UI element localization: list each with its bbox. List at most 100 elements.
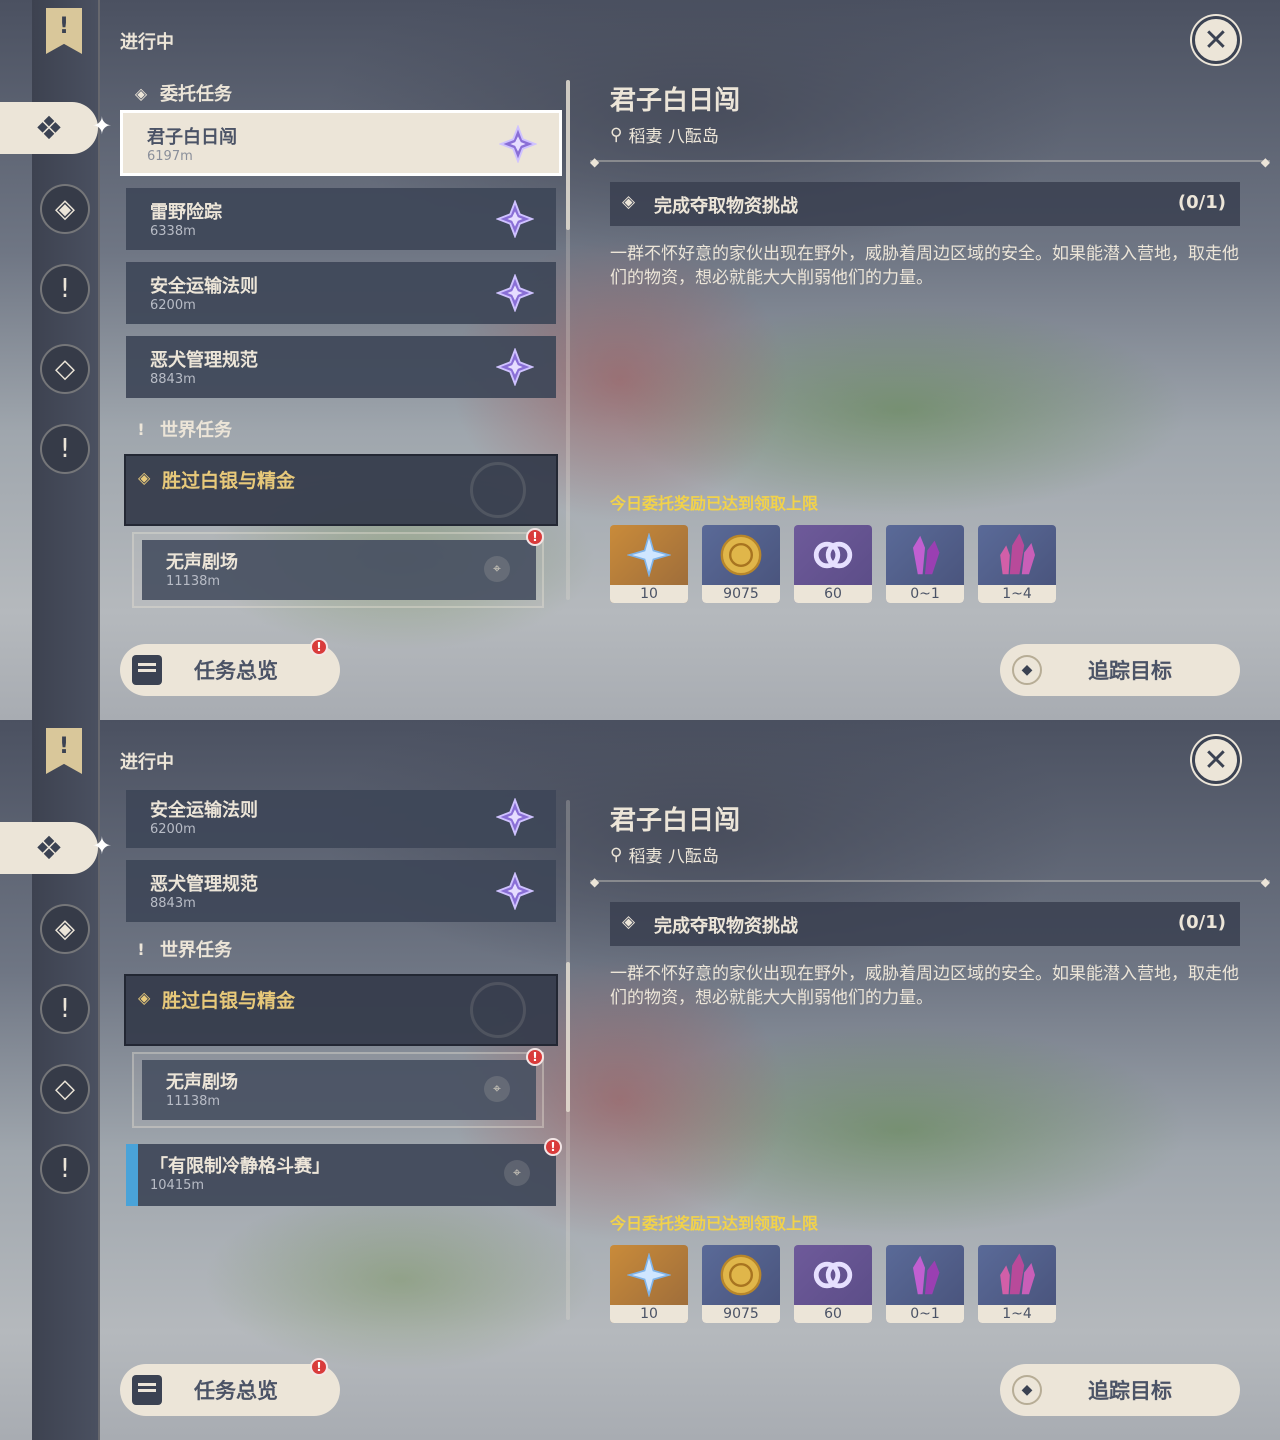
reward-item[interactable]: 10 — [610, 1245, 688, 1323]
alert-badge: ! — [526, 528, 544, 546]
event-quest-item[interactable]: 「有限制冷静格斗赛」 10415m ⌖ ! — [126, 1138, 562, 1206]
crystal-icon — [886, 525, 964, 585]
section-title: 进行中 — [120, 752, 174, 773]
world-quest-icon: ! — [59, 434, 71, 464]
location-text: 稻妻 八酝岛 — [628, 847, 719, 867]
close-button[interactable]: ✕ — [1192, 736, 1240, 784]
close-button[interactable]: ✕ — [1192, 16, 1240, 64]
quest-distance: 6200m — [150, 822, 196, 837]
quest-name: 无声剧场 — [166, 1072, 238, 1093]
companionship-exp-icon — [794, 525, 872, 585]
quest-overview-button[interactable]: 任务总览 ! — [120, 638, 340, 696]
mora-icon — [702, 1245, 780, 1305]
reward-item[interactable]: 0~1 — [886, 525, 964, 603]
scroll-thumb[interactable] — [566, 962, 570, 1112]
button-label: 任务总览 — [194, 1379, 278, 1403]
divider-ornament-icon: ◆ — [1260, 875, 1270, 889]
close-icon: ✕ — [1203, 22, 1229, 58]
event-quest-icon: ◇ — [55, 1074, 75, 1104]
quest-item[interactable]: 安全运输法则 6200m — [126, 790, 556, 848]
reward-limit-note: 今日委托奖励已达到领取上限 — [610, 494, 819, 513]
track-target-button[interactable]: ◆ 追踪目标 — [1000, 1364, 1240, 1416]
group-head-commission: ◈ 委托任务 — [132, 80, 232, 106]
reward-count: 60 — [794, 1305, 872, 1323]
scroll-thumb[interactable] — [566, 80, 570, 230]
objective-row: ◈ 完成夺取物资挑战 (0/1) — [610, 182, 1240, 226]
quest-name: 恶犬管理规范 — [150, 350, 258, 371]
objective-text: 完成夺取物资挑战 — [654, 916, 798, 937]
sidebar-tab-world[interactable]: ! — [40, 1144, 90, 1194]
quest-name: 雷野险踪 — [150, 202, 222, 223]
reward-item[interactable]: 60 — [794, 1245, 872, 1323]
world-quest-item[interactable]: ◈ 胜过白银与精金 — [124, 974, 558, 1046]
reward-item[interactable]: 1~4 — [978, 525, 1056, 603]
sidebar-tab-story[interactable]: ! — [40, 264, 90, 314]
sidebar-tab-story[interactable]: ! — [40, 984, 90, 1034]
reward-count: 10 — [610, 1305, 688, 1323]
reward-count: 1~4 — [978, 1305, 1056, 1323]
quest-distance: 8843m — [150, 896, 196, 911]
crystal-cluster-icon — [978, 1245, 1056, 1305]
divider: ◆ ◆ — [590, 875, 1270, 889]
commission-star-icon — [496, 348, 534, 386]
quest-name: 恶犬管理规范 — [150, 874, 258, 895]
detail-title: 君子白日闯 — [610, 806, 741, 836]
button-label: 追踪目标 — [1088, 1379, 1172, 1403]
sidebar-tab-world[interactable]: ! — [40, 424, 90, 474]
reward-count: 10 — [610, 585, 688, 603]
quest-panel-top: ! ❖ ✦ ◈ ! ◇ ! 进行中 ◈ 委托任务 君子白日闯 6197m 雷野险踪 … — [0, 0, 1280, 720]
world-quest-item[interactable]: ◈ 胜过白银与精金 — [124, 454, 558, 526]
quest-description: 一群不怀好意的家伙出现在野外，威胁着周边区域的安全。如果能潜入营地，取走他们的物… — [610, 244, 1239, 288]
alert-badge: ! — [310, 1358, 328, 1376]
story-quest-icon: ! — [59, 274, 71, 304]
sidebar-tab-event[interactable]: ◇ — [40, 1064, 90, 1114]
world-small-icon: ! — [137, 419, 145, 439]
reward-item[interactable]: 1~4 — [978, 1245, 1056, 1323]
crystal-icon — [886, 1245, 964, 1305]
sidebar-tab-commissions[interactable]: ❖ ✦ — [0, 822, 112, 874]
detail-location: ⚲ 稻妻 八酝岛 — [610, 842, 719, 868]
objective-text: 完成夺取物资挑战 — [654, 196, 798, 217]
quest-distance: 6338m — [150, 224, 196, 239]
quest-list[interactable]: ◈ 委托任务 君子白日闯 6197m 雷野险踪 6338m 安全运输法则 6200… — [118, 70, 564, 610]
close-icon: ✕ — [1203, 742, 1229, 778]
reward-item[interactable]: 9075 — [702, 1245, 780, 1323]
sub-quest-item[interactable]: 无声剧场 11138m ⌖ ! — [132, 1048, 544, 1128]
reward-item[interactable]: 60 — [794, 525, 872, 603]
quest-description: 一群不怀好意的家伙出现在野外，威胁着周边区域的安全。如果能潜入营地，取走他们的物… — [610, 964, 1239, 1008]
sidebar-tab-commissions[interactable]: ❖ ✦ — [0, 102, 112, 154]
quest-item[interactable]: 恶犬管理规范 8843m — [126, 336, 556, 398]
commission-small-icon: ◈ — [134, 83, 148, 103]
quest-overview-button[interactable]: 任务总览 ! — [120, 1358, 340, 1416]
scrollbar[interactable] — [566, 800, 570, 1320]
primogem-icon — [610, 525, 688, 585]
quest-name: 安全运输法则 — [150, 276, 258, 297]
sidebar-tab-archon[interactable]: ◈ — [40, 904, 90, 954]
track-target-button[interactable]: ◆ 追踪目标 — [1000, 644, 1240, 696]
quest-name: 「有限制冷静格斗赛」 — [150, 1156, 330, 1177]
reward-list: 10 9075 60 0~1 1~4 — [610, 525, 1056, 603]
mora-icon — [702, 525, 780, 585]
detail-title: 君子白日闯 — [610, 86, 741, 116]
reward-count: 60 — [794, 585, 872, 603]
quest-item[interactable]: 君子白日闯 6197m — [120, 110, 562, 176]
reward-item[interactable]: 10 — [610, 525, 688, 603]
quest-list[interactable]: 安全运输法则 6200m 恶犬管理规范 8843m ! 世界任务 ◈ 胜过白银与精… — [118, 790, 564, 1330]
location-pin-icon[interactable]: ⌖ — [484, 1076, 510, 1102]
reward-item[interactable]: 0~1 — [886, 1245, 964, 1323]
scrollbar[interactable] — [566, 80, 570, 600]
location-pin-icon[interactable]: ⌖ — [504, 1160, 530, 1186]
alert-badge: ! — [526, 1048, 544, 1066]
sidebar-tab-archon[interactable]: ◈ — [40, 184, 90, 234]
objective-row: ◈ 完成夺取物资挑战 (0/1) — [610, 902, 1240, 946]
sidebar-tab-event[interactable]: ◇ — [40, 344, 90, 394]
quest-item[interactable]: 雷野险踪 6338m — [126, 188, 556, 250]
reward-item[interactable]: 9075 — [702, 525, 780, 603]
quest-item[interactable]: 安全运输法则 6200m — [126, 262, 556, 324]
location-pin-icon[interactable]: ⌖ — [484, 556, 510, 582]
commission-star-icon — [496, 798, 534, 836]
world-quest-icon: ! — [59, 1154, 71, 1184]
button-label: 追踪目标 — [1088, 659, 1172, 683]
quest-item[interactable]: 恶犬管理规范 8843m — [126, 860, 556, 922]
sub-quest-item[interactable]: 无声剧场 11138m ⌖ ! — [132, 528, 544, 608]
